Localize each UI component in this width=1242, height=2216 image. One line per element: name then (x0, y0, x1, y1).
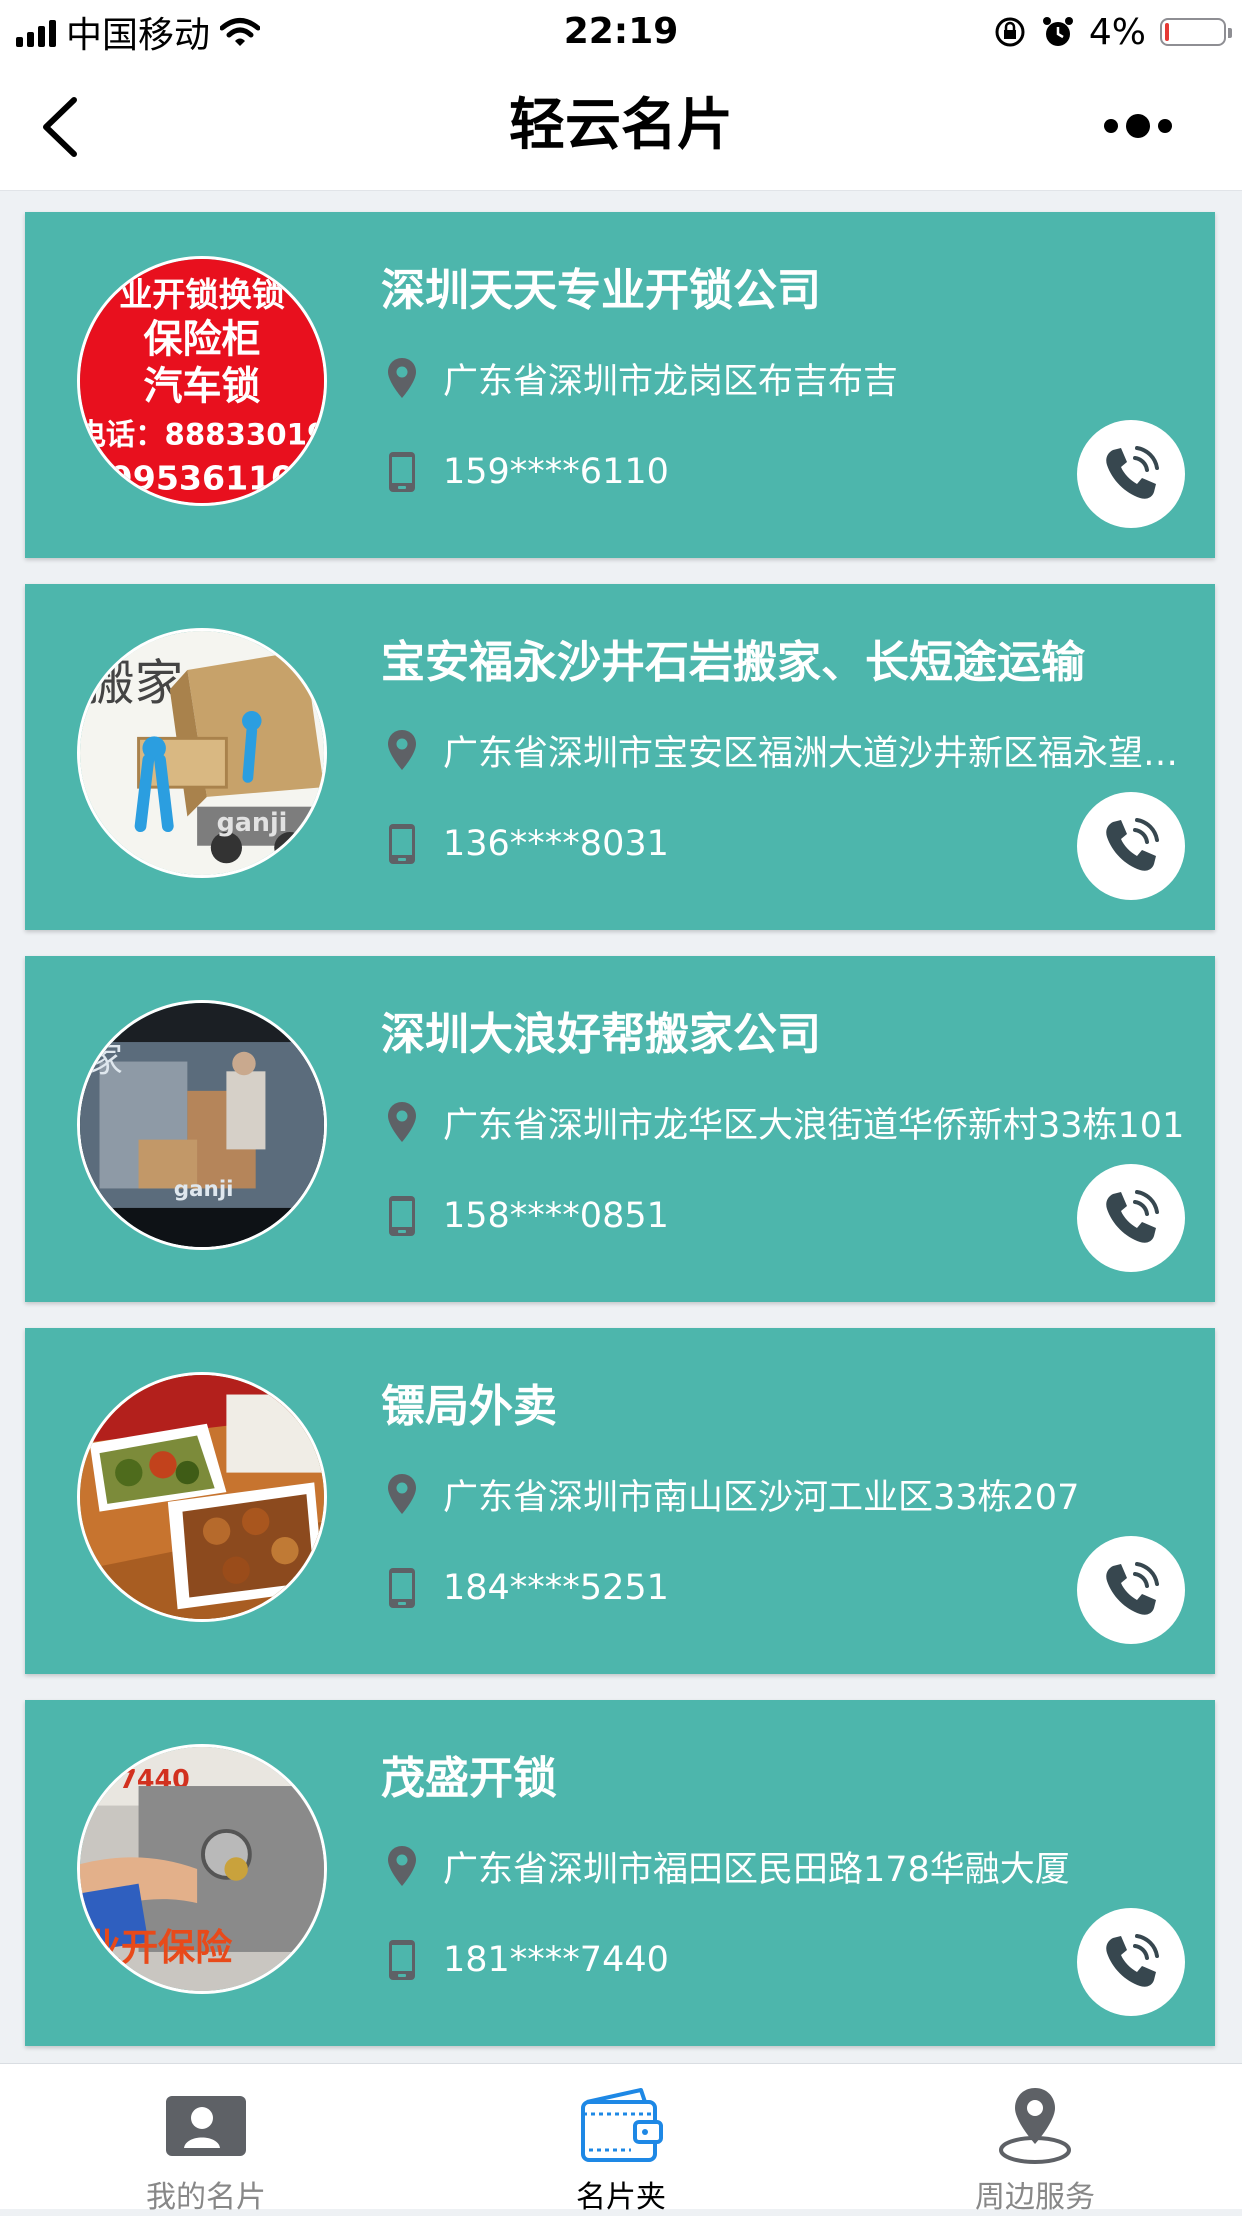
mobile-phone-icon (383, 447, 421, 497)
location-pin-icon (383, 1469, 421, 1519)
avatar: 277440 业开保险 (77, 1744, 327, 1994)
avatar: 搬家 ganji (77, 628, 327, 878)
card-address: 广东省深圳市福田区民田路178华融大厦 (443, 1849, 1070, 1890)
phone-call-icon (1106, 818, 1159, 871)
card-name: 深圳天天专业开锁公司 (381, 265, 821, 316)
card-phone-row: 159****6110 (383, 444, 669, 500)
card-phone: 181****7440 (443, 1940, 669, 1980)
battery-icon (1160, 18, 1232, 46)
page-title: 轻云名片 (509, 93, 733, 158)
location-pin-icon (383, 1097, 421, 1147)
card-name: 深圳大浪好帮搬家公司 (381, 1009, 821, 1060)
card-address: 广东省深圳市龙华区大浪街道华侨新村33栋101 (443, 1105, 1185, 1146)
card-name: 宝安福永沙井石岩搬家、长短途运输 (381, 637, 1085, 688)
card-address-row: 广东省深圳市南山区沙河工业区33栋207 (383, 1466, 1193, 1522)
phone-call-icon (1106, 1190, 1159, 1243)
phone-call-icon (1106, 1562, 1159, 1615)
card-phone-row: 181****7440 (383, 1932, 669, 1988)
tab-card-holder[interactable]: 名片夹 (471, 2064, 771, 2215)
card-list: 业开锁换锁 保险柜 汽车锁 电话：88833019 99536110 深圳天天专… (25, 212, 1215, 2072)
more-dot-icon (1104, 119, 1118, 133)
alarm-icon (1042, 17, 1073, 46)
avatar: 业开锁换锁 保险柜 汽车锁 电话：88833019 99536110 (77, 256, 327, 506)
status-bar: 中国移动 22:19 4% (0, 0, 1242, 62)
card-phone: 136****8031 (443, 824, 669, 864)
avatar-text: ganji (174, 1177, 234, 1202)
card-phone: 159****6110 (443, 452, 669, 492)
phone-call-icon (1106, 446, 1159, 499)
call-button[interactable] (1077, 420, 1185, 528)
card-address: 广东省深圳市宝安区福洲大道沙井新区福永望… (443, 733, 1179, 774)
mobile-phone-icon (383, 1935, 421, 1985)
card-address: 广东省深圳市南山区沙河工业区33栋207 (443, 1477, 1080, 1518)
more-button[interactable] (1078, 106, 1198, 146)
id-card-icon (166, 2096, 246, 2156)
mobile-phone-icon (383, 1563, 421, 1613)
tab-label: 我的名片 (146, 2180, 266, 2215)
call-button[interactable] (1077, 1908, 1185, 2016)
avatar-text: 家 (88, 1039, 123, 1080)
location-pin-icon (383, 725, 421, 775)
tab-label: 周边服务 (975, 2180, 1095, 2215)
wallet-icon (581, 2088, 663, 2162)
more-dot-icon (1126, 114, 1150, 138)
avatar-text: 保险柜 (143, 318, 260, 363)
card-phone: 184****5251 (443, 1568, 669, 1608)
avatar-text: 业开保险 (84, 1926, 233, 1969)
card-phone-row: 158****0851 (383, 1188, 669, 1244)
business-card[interactable]: 业开锁换锁 保险柜 汽车锁 电话：88833019 99536110 深圳天天专… (25, 212, 1215, 558)
status-right: 4% (993, 8, 1232, 56)
card-name: 茂盛开锁 (381, 1753, 557, 1804)
avatar-text: ganji (217, 807, 288, 837)
tab-bar: 我的名片 名片夹 周边服务 (0, 2063, 1242, 2215)
avatar-text: 搬家 (86, 654, 184, 711)
tab-nearby-services[interactable]: 周边服务 (885, 2064, 1185, 2215)
card-address-row: 广东省深圳市龙华区大浪街道华侨新村33栋101 (383, 1094, 1193, 1150)
tab-my-card[interactable]: 我的名片 (56, 2064, 356, 2215)
map-pin-icon (999, 2088, 1071, 2164)
avatar-text: 业开锁换锁 (119, 275, 285, 314)
card-address: 广东省深圳市龙岗区布吉布吉 (443, 361, 899, 402)
call-button[interactable] (1077, 1164, 1185, 1272)
more-dot-icon (1158, 119, 1172, 133)
rotation-lock-icon (995, 17, 1025, 47)
card-address-row: 广东省深圳市福田区民田路178华融大厦 (383, 1838, 1193, 1894)
avatar (77, 1372, 327, 1622)
tab-label: 名片夹 (576, 2180, 666, 2215)
business-card[interactable]: 镖局外卖 广东省深圳市南山区沙河工业区33栋207 184****5251 (25, 1328, 1215, 1674)
location-pin-icon (383, 353, 421, 403)
card-address-row: 广东省深圳市宝安区福洲大道沙井新区福永望… (383, 722, 1193, 778)
location-pin-icon (383, 1841, 421, 1891)
avatar-text: 汽车锁 (143, 365, 260, 410)
mobile-phone-icon (383, 1191, 421, 1241)
battery-percent: 4% (1088, 11, 1146, 53)
card-phone-row: 184****5251 (383, 1560, 669, 1616)
mobile-phone-icon (383, 819, 421, 869)
avatar-text: 99536110 (110, 458, 295, 497)
call-button[interactable] (1077, 1536, 1185, 1644)
business-card[interactable]: 277440 业开保险 茂盛开锁 广东省深圳市福田区民田路178华融大厦 181… (25, 1700, 1215, 2046)
phone-call-icon (1106, 1934, 1159, 1987)
card-address-row: 广东省深圳市龙岗区布吉布吉 (383, 350, 1193, 406)
avatar: 家 ganji (77, 1000, 327, 1250)
card-phone-row: 136****8031 (383, 816, 669, 872)
card-phone: 158****0851 (443, 1196, 669, 1236)
nav-bar: 轻云名片 (0, 62, 1242, 191)
call-button[interactable] (1077, 792, 1185, 900)
card-name: 镖局外卖 (381, 1381, 557, 1432)
business-card[interactable]: 搬家 ganji 宝安福永沙井石岩搬家、长短途运输 广东省深圳市宝安区福洲大道沙… (25, 584, 1215, 930)
business-card[interactable]: 家 ganji 深圳大浪好帮搬家公司 广东省深圳市龙华区大浪街道华侨新村33栋1… (25, 956, 1215, 1302)
avatar-text: 电话：88833019 (80, 417, 324, 451)
